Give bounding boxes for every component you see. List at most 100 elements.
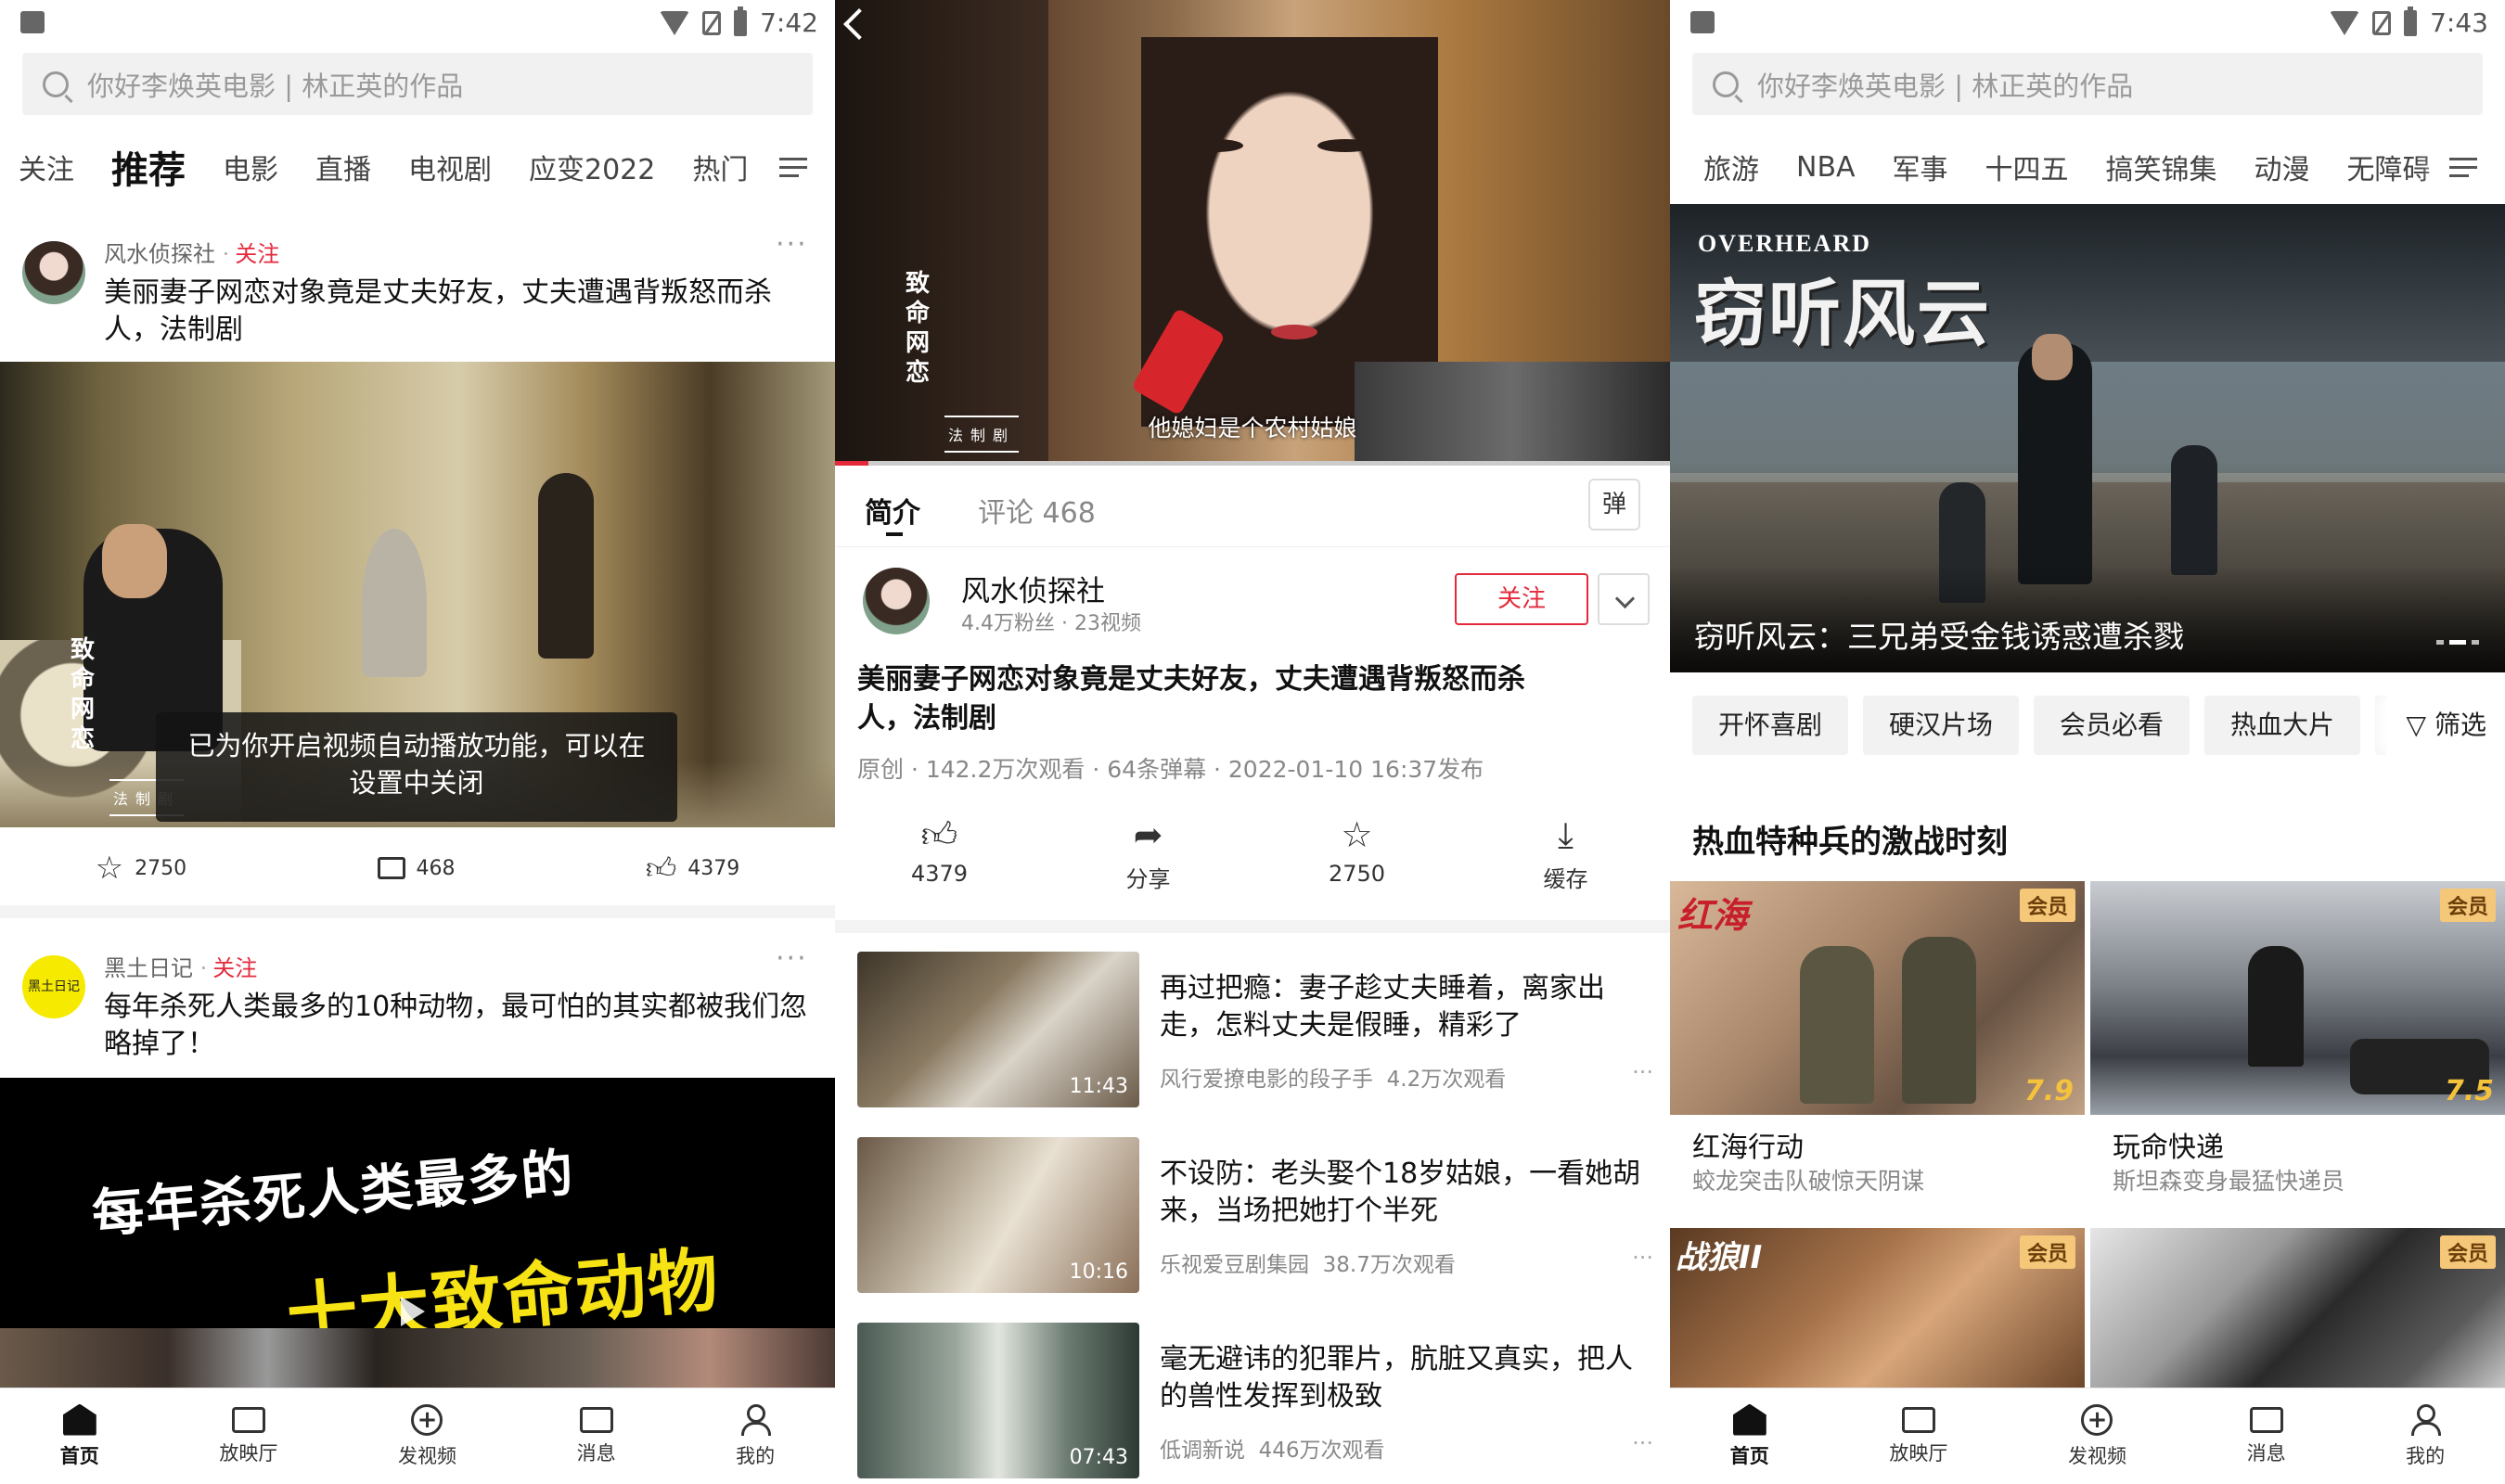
follow-button[interactable]: 关注 (1455, 573, 1588, 625)
plus-icon: + (2081, 1403, 2113, 1436)
author-line: 黑土日记 · 关注 (104, 955, 258, 981)
favorite-action[interactable]: ☆ 2750 (1302, 816, 1413, 909)
chip-comedy[interactable]: 开怀喜剧 (1692, 696, 1849, 755)
battery-icon (734, 6, 748, 36)
chip-blockbuster[interactable]: 热血大片 (2204, 696, 2361, 755)
download-action[interactable]: ⤓ 缓存 (1510, 816, 1622, 909)
category-menu-icon[interactable] (2449, 158, 2477, 178)
play-icon[interactable] (401, 1297, 425, 1326)
author-avatar[interactable]: 黑土日记 (22, 955, 85, 1018)
video-subtitle: 他媳妇是个农村姑娘 (1148, 415, 1357, 441)
nav-me[interactable]: 我的 (2406, 1403, 2445, 1469)
more-options-icon[interactable]: ··· (1632, 1059, 1653, 1085)
tab-comments[interactable]: 评论 468 (978, 490, 1096, 531)
feed-title[interactable]: 美丽妻子网恋对象竟是丈夫好友，丈夫遭遇背叛怒而杀人，法制剧 (104, 275, 790, 349)
channel-name[interactable]: 风水侦探社 (961, 568, 1105, 609)
related-thumbnail[interactable]: 11:43 (857, 952, 1139, 1107)
tab-recommend[interactable]: 推荐 (111, 140, 186, 194)
share-icon: ➦ (1133, 814, 1163, 855)
more-options-icon[interactable]: ··· (1632, 1245, 1653, 1271)
like-action[interactable]: 👍︎ 4379 (884, 816, 996, 909)
channel-avatar[interactable] (863, 568, 930, 634)
poster-logo: 红海 (1677, 895, 1749, 936)
follow-button[interactable]: 关注 (212, 955, 257, 981)
tab-2022[interactable]: 应变2022 (529, 147, 655, 187)
home-icon (62, 1403, 96, 1436)
thumbs-up-icon: 👍︎ (920, 814, 958, 855)
comment-count: 468 (416, 856, 456, 880)
tab-live[interactable]: 直播 (315, 147, 371, 187)
filter-chips: 开怀喜剧 硬汉片场 会员必看 热血大片 (1692, 696, 2413, 755)
user-icon (739, 1403, 772, 1436)
follow-button[interactable]: 关注 (235, 241, 279, 267)
rating: 7.9 (2023, 1075, 2074, 1107)
video-player[interactable]: 每年杀死人类最多的 十大致命动物 (0, 1078, 835, 1393)
search-bar[interactable]: 你好李焕英电影 | 林正英的作品 (22, 53, 813, 115)
tab-intro[interactable]: 简介 (865, 490, 920, 531)
wifi-icon (2330, 10, 2360, 35)
author-avatar[interactable] (22, 241, 85, 304)
detail-action-bar: 👍︎ 4379 ➦ 分享 ☆ 2750 ⤓ 缓存 (835, 816, 1670, 909)
author-name[interactable]: 黑土日记 (104, 955, 193, 981)
video-headline: 每年杀死人类最多的 (89, 1143, 578, 1246)
category-menu-icon[interactable] (779, 158, 807, 178)
video-detail-screen: 致命网恋 法制剧 他媳妇是个农村姑娘 简介 评论 468 弹 风水侦探社 4.4… (835, 0, 1670, 1484)
tab-underline (886, 532, 903, 536)
tab-follow[interactable]: 关注 (19, 147, 74, 187)
movie-card[interactable]: 会员 7.5 (2090, 881, 2505, 1115)
nav-post-video[interactable]: + 发视频 (398, 1403, 456, 1469)
feed-title[interactable]: 每年杀死人类最多的10种动物，最可怕的其实都被我们忽略掉了！ (104, 989, 818, 1063)
author-name[interactable]: 风水侦探社 (104, 241, 215, 267)
nav-theater[interactable]: 放映厅 (1889, 1406, 1947, 1466)
nav-messages[interactable]: 消息 (2247, 1406, 2286, 1466)
related-video[interactable]: 11:43 再过把瘾：妻子趁丈夫睡着，离家出走，怎料丈夫是假睡，精彩了 风行爱撩… (857, 952, 1655, 1109)
vip-badge: 会员 (2439, 1235, 2496, 1269)
more-options-icon[interactable]: ··· (776, 228, 808, 261)
tab-tv[interactable]: 电视剧 (408, 147, 492, 187)
nav-post-video[interactable]: + 发视频 (2068, 1403, 2126, 1469)
comment-action[interactable]: 468 (377, 856, 456, 880)
nav-me[interactable]: 我的 (736, 1403, 775, 1469)
poster-logo: 战狼II (1676, 1239, 1763, 1276)
more-options-icon[interactable]: ··· (776, 942, 808, 975)
more-options-icon[interactable]: ··· (1632, 1430, 1653, 1456)
video-player[interactable]: 致命网恋 法制剧 已为你开启视频自动播放功能，可以在设置中关闭 (0, 362, 835, 827)
chip-vip-must-see[interactable]: 会员必看 (2034, 696, 2190, 755)
video-player[interactable]: 致命网恋 法制剧 他媳妇是个农村姑娘 (835, 0, 1670, 466)
tab-military[interactable]: 军事 (1893, 147, 1948, 187)
tab-accessible[interactable]: 无障碍 (2347, 147, 2431, 187)
filter-button[interactable]: ▽ 筛选 (2385, 696, 2486, 755)
tab-funny[interactable]: 搞笑锦集 (2106, 147, 2217, 187)
tab-14th[interactable]: 十四五 (1985, 147, 2069, 187)
star-action[interactable]: ☆ 2750 (96, 850, 186, 887)
share-action[interactable]: ➦ 分享 (1093, 816, 1204, 909)
channel-stats: 4.4万粉丝 · 23视频 (961, 612, 1141, 635)
tab-hot[interactable]: 热门 (692, 147, 748, 187)
search-placeholder: 你好李焕英电影 | 林正英的作品 (1757, 70, 2134, 102)
carousel-dots (2436, 640, 2479, 645)
status-time: 7:43 (2430, 7, 2488, 38)
tab-anime[interactable]: 动漫 (2254, 147, 2310, 187)
chevron-down-icon[interactable] (1598, 573, 1650, 625)
duration: 10:16 (1069, 1260, 1128, 1284)
nav-theater[interactable]: 放映厅 (219, 1406, 277, 1466)
banner-logo-cn: 窃听风云 (1694, 273, 1992, 356)
search-bar[interactable]: 你好李焕英电影 | 林正英的作品 (1692, 53, 2483, 115)
related-thumbnail[interactable]: 10:16 (857, 1137, 1139, 1293)
banner-carousel[interactable]: OVERHEARD 窃听风云 窃听风云：三兄弟受金钱诱惑遭杀戮 (1670, 204, 2505, 672)
related-thumbnail[interactable]: 07:43 (857, 1323, 1139, 1478)
like-action[interactable]: 👍︎ 4379 (646, 851, 739, 887)
nav-messages[interactable]: 消息 (577, 1406, 616, 1466)
nav-home[interactable]: 首页 (60, 1403, 99, 1469)
related-video[interactable]: 07:43 毫无避讳的犯罪片，肮脏又真实，把人的兽性发挥到极致 低调新说 446… (857, 1323, 1655, 1480)
related-video[interactable]: 10:16 不设防：老头娶个18岁姑娘，一看她胡来，当场把她打个半死 乐视爱豆剧… (857, 1137, 1655, 1295)
movie-card[interactable]: 红海 会员 7.9 (1670, 881, 2085, 1115)
tab-movies[interactable]: 电影 (223, 147, 278, 187)
movie-card[interactable]: 会员 (2090, 1228, 2505, 1395)
movie-card[interactable]: 战狼II 会员 (1670, 1228, 2085, 1395)
tab-travel[interactable]: 旅游 (1703, 147, 1759, 187)
tab-nba[interactable]: NBA (1796, 151, 1856, 184)
nav-home[interactable]: 首页 (1730, 1403, 1769, 1469)
danmu-toggle[interactable]: 弹 (1588, 479, 1640, 531)
chip-tough-guy[interactable]: 硬汉片场 (1863, 696, 2020, 755)
